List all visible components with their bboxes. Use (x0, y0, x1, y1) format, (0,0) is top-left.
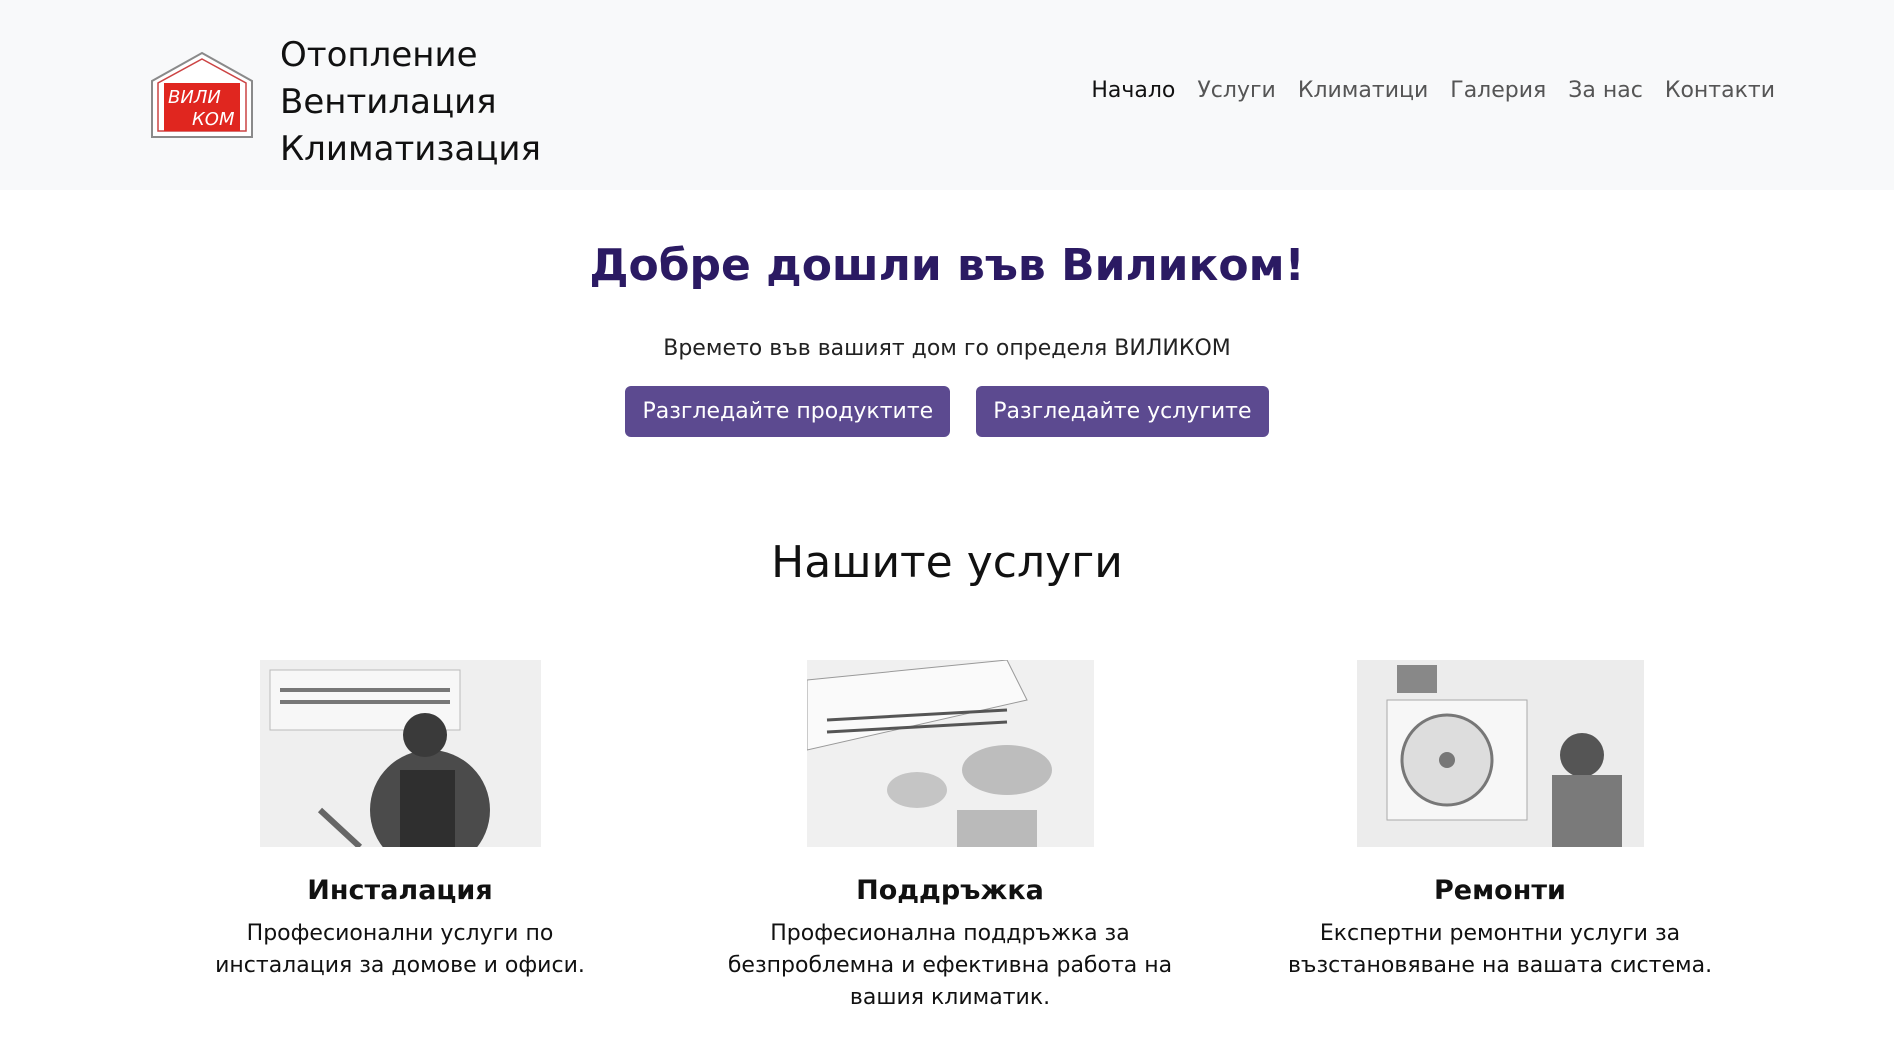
nav-air-conditioners[interactable]: Климатици (1287, 78, 1439, 103)
hero-buttons: Разгледайте продуктите Разгледайте услуг… (0, 385, 1894, 437)
repairs-image (1356, 659, 1644, 847)
services-title: Нашите услуги (771, 536, 1123, 588)
service-title-repairs: Ремонти (1434, 874, 1566, 906)
service-title-installation: Инсталация (307, 874, 493, 906)
service-desc-maintenance: Професионална поддръжка за безпроблемна … (727, 920, 1173, 1010)
brand-text: Отопление Вентилация Климатизация (280, 32, 541, 173)
hero-section: Добре дошли във Виликом! Времето във ваш… (0, 190, 1894, 437)
main-nav: Начало Услуги Климатици Галерия За нас К… (1080, 78, 1786, 103)
maintenance-image (806, 659, 1094, 847)
brand-line-ventilation: Вентилация (280, 82, 497, 122)
hero-subtitle: Времето във вашият дом го определя ВИЛИК… (663, 335, 1231, 361)
service-card-maintenance: Поддръжка Професионална поддръжка за без… (692, 659, 1208, 1014)
nav-home[interactable]: Начало (1080, 78, 1186, 103)
service-card-installation: Инсталация Професионални услуги по инста… (175, 659, 625, 982)
brand-line-climatization: Климатизация (280, 129, 541, 169)
view-services-button[interactable]: Разгледайте услугите (976, 385, 1269, 437)
services-cards: Инсталация Професионални услуги по инста… (0, 659, 1894, 1060)
nav-about[interactable]: За нас (1557, 78, 1654, 103)
brand-line-heating: Отопление (280, 35, 478, 75)
nav-gallery[interactable]: Галерия (1439, 78, 1557, 103)
site-header: ВИЛИ КОМ Отопление Вентилация Климатизац… (0, 0, 1894, 190)
hero-title: Добре дошли във Виликом! (589, 240, 1305, 291)
nav-services[interactable]: Услуги (1186, 78, 1286, 103)
logo-text-top: ВИЛИ (168, 87, 221, 108)
vilikom-logo[interactable]: ВИЛИ КОМ (150, 51, 254, 139)
service-title-maintenance: Поддръжка (856, 874, 1044, 906)
view-products-button[interactable]: Разгледайте продуктите (625, 385, 951, 437)
installation-image (259, 659, 541, 847)
service-desc-installation: Професионални услуги по инсталация за до… (215, 920, 585, 978)
logo-text-bottom: КОМ (192, 109, 235, 130)
service-card-repairs: Ремонти Експертни ремонтни услуги за въз… (1240, 659, 1760, 982)
service-desc-repairs: Експертни ремонтни услуги за възстановяв… (1287, 920, 1713, 978)
nav-contacts[interactable]: Контакти (1654, 78, 1786, 103)
